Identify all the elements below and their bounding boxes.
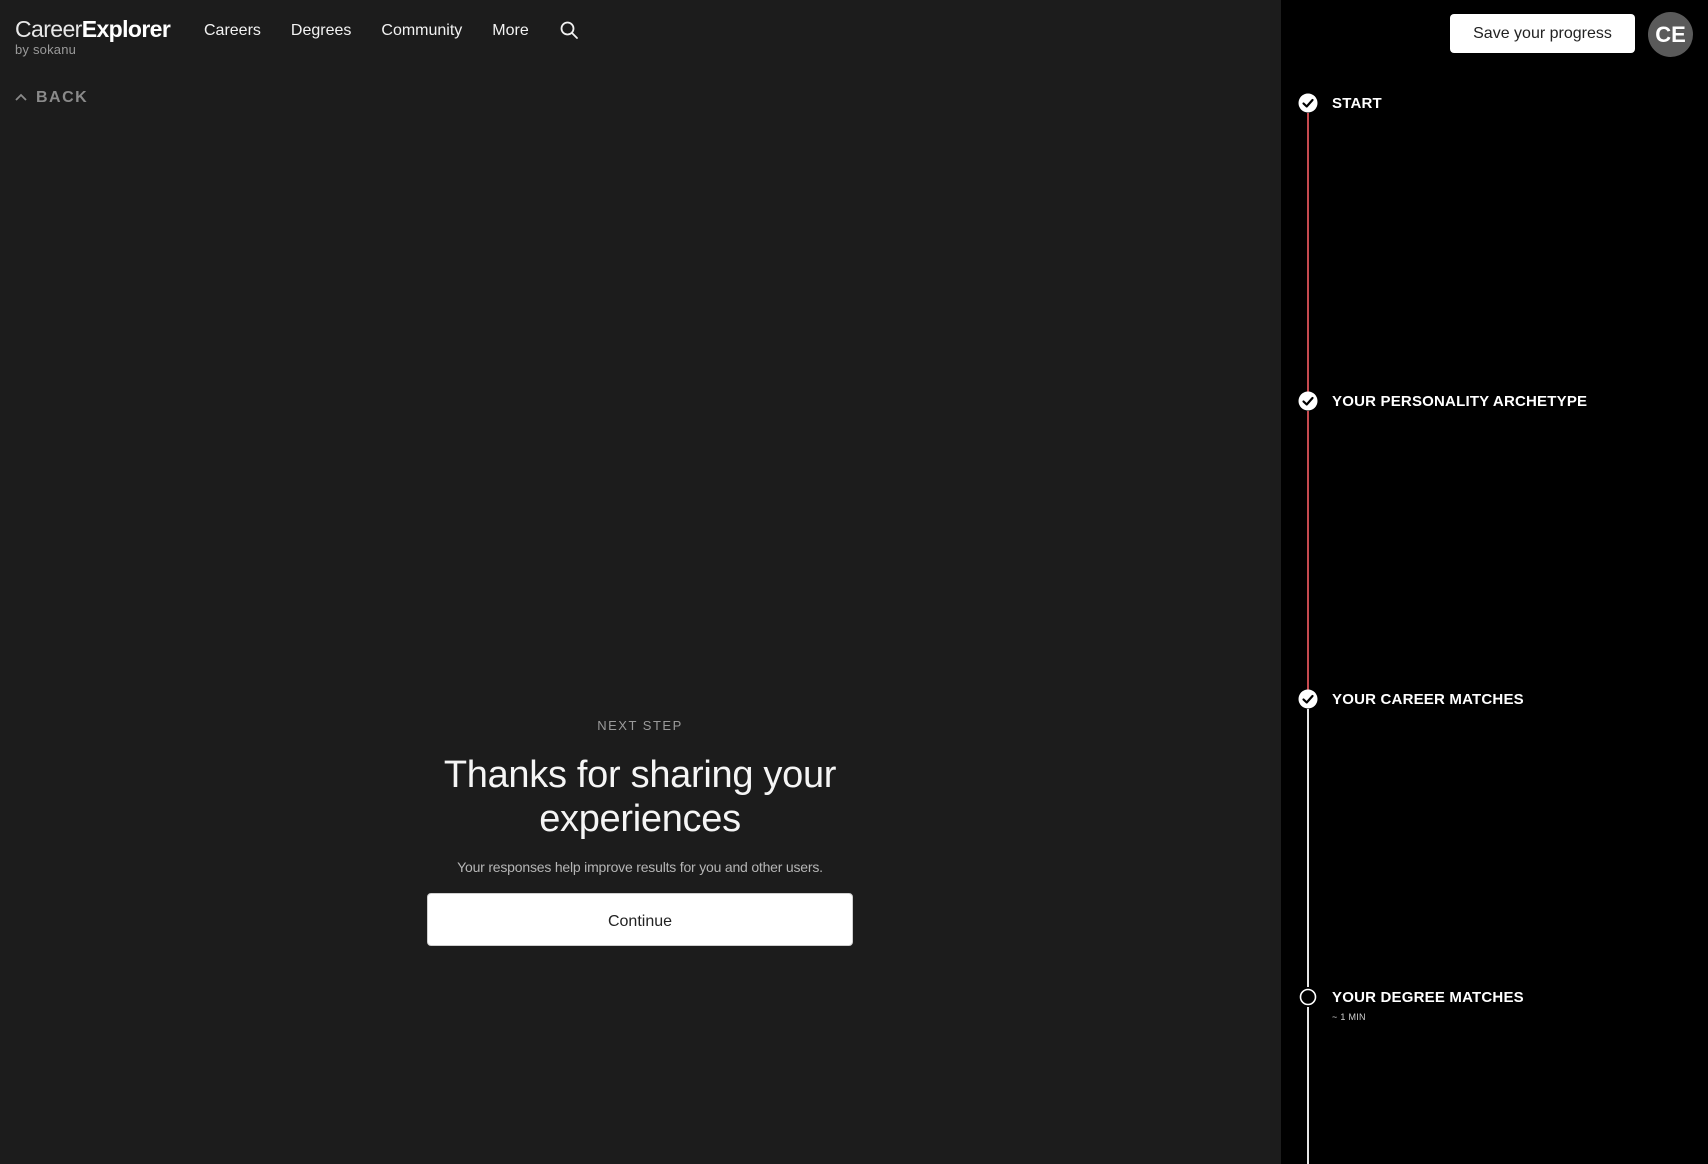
- check-circle-icon: [1298, 93, 1318, 113]
- check-circle-icon: [1298, 391, 1318, 411]
- next-step-eyebrow: NEXT STEP: [597, 718, 683, 733]
- progress-sidebar: Save your progress CE START YOUR PERSONA…: [1281, 0, 1708, 1164]
- save-progress-button[interactable]: Save your progress: [1450, 14, 1635, 53]
- timeline-segment-upcoming-1: [1307, 709, 1309, 987]
- logo-byline: by sokanu: [15, 42, 77, 57]
- step-career-matches[interactable]: YOUR CAREER MATCHES: [1298, 689, 1524, 709]
- step-degree-matches[interactable]: YOUR DEGREE MATCHES ~ 1 MIN: [1298, 987, 1524, 1022]
- back-button[interactable]: BACK: [14, 89, 88, 107]
- next-step-card: NEXT STEP Thanks for sharing your experi…: [340, 718, 940, 946]
- nav-degrees[interactable]: Degrees: [291, 22, 351, 40]
- back-label: BACK: [36, 89, 89, 106]
- step-label-start: START: [1332, 95, 1382, 112]
- page-subtitle: Your responses help improve results for …: [457, 859, 823, 875]
- career-explorer-logo[interactable]: CareerExplorer by sokanu: [15, 16, 171, 57]
- timeline-segment-complete-2: [1307, 411, 1309, 699]
- avatar[interactable]: CE: [1648, 12, 1693, 57]
- continue-button[interactable]: Continue: [427, 893, 853, 946]
- step-start[interactable]: START: [1298, 93, 1382, 113]
- timeline-segment-complete-1: [1307, 113, 1309, 401]
- logo-word-explorer: Explorer: [81, 16, 171, 42]
- logo-wordmark: CareerExplorer: [15, 16, 171, 42]
- timeline-segment-upcoming-2: [1307, 1007, 1309, 1164]
- nav-careers[interactable]: Careers: [204, 22, 261, 40]
- step-duration: ~ 1 MIN: [1332, 1012, 1366, 1022]
- search-icon[interactable]: [559, 20, 579, 40]
- chevron-up-icon: [15, 93, 27, 101]
- step-label-degree: YOUR DEGREE MATCHES: [1332, 989, 1524, 1006]
- empty-circle-icon: [1299, 988, 1317, 1006]
- page-title: Thanks for sharing your experiences: [443, 754, 837, 840]
- logo-word-career: Career: [15, 16, 82, 42]
- step-label-career: YOUR CAREER MATCHES: [1332, 691, 1524, 708]
- main-panel: CareerExplorer by sokanu Careers Degrees…: [0, 0, 1281, 1164]
- step-personality-archetype[interactable]: YOUR PERSONALITY ARCHETYPE: [1298, 391, 1587, 411]
- nav-community[interactable]: Community: [381, 22, 462, 40]
- nav-more[interactable]: More: [492, 22, 528, 40]
- check-circle-icon: [1298, 689, 1318, 709]
- top-nav: Careers Degrees Community More: [204, 20, 579, 40]
- step-label-personality: YOUR PERSONALITY ARCHETYPE: [1332, 393, 1588, 410]
